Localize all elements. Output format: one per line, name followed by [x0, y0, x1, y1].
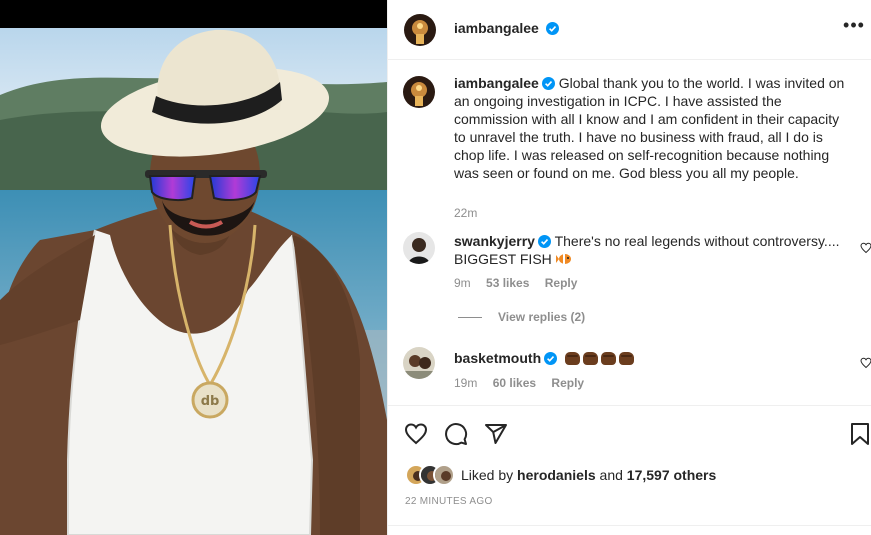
comment-likes[interactable]: 60 likes [493, 376, 536, 390]
liked-by-user[interactable]: herodaniels [517, 467, 596, 483]
comment-username[interactable]: swankyjerry [454, 233, 535, 249]
author-avatar[interactable] [404, 14, 436, 46]
liked-by-prefix: Liked by [461, 467, 514, 483]
caption-time: 22m [454, 206, 478, 220]
author-username[interactable]: iambangalee [454, 20, 539, 36]
divider [388, 525, 871, 526]
caption-avatar[interactable] [403, 76, 435, 108]
liked-by-row: Liked by herodaniels and 17,597 others [405, 464, 865, 486]
svg-text:db: db [201, 394, 220, 409]
liker-avatar[interactable] [433, 464, 455, 486]
liked-by-text: Liked by herodaniels and 17,597 others [461, 467, 716, 483]
fist-bump-emoji-icon [582, 352, 598, 365]
tropical-fish-emoji-icon [555, 254, 571, 264]
heart-icon[interactable] [404, 422, 428, 446]
share-icon[interactable] [484, 422, 508, 446]
comment-username[interactable]: basketmouth [454, 350, 541, 366]
commenter-avatar[interactable] [403, 232, 435, 264]
post-sidebar: iambangalee ••• iambangalee Global thank… [387, 0, 871, 535]
comment-like-heart-icon[interactable] [860, 242, 871, 254]
post-image: db [0, 0, 387, 535]
liked-by-others[interactable]: 17,597 others [627, 467, 717, 483]
bookmark-icon[interactable] [848, 422, 871, 446]
fist-bump-emoji-icon [564, 352, 580, 365]
view-replies-label: View replies (2) [498, 310, 586, 324]
reply-button[interactable]: Reply [545, 276, 578, 290]
post-timestamp[interactable]: 22 MINUTES AGO [405, 496, 493, 507]
post-actions: Liked by herodaniels and 17,597 others 2… [388, 405, 871, 535]
liked-by-and: and [599, 467, 623, 483]
verified-badge-icon [544, 352, 558, 365]
verified-badge-icon [545, 22, 559, 35]
comment-like-heart-icon[interactable] [860, 357, 871, 369]
view-replies-line [458, 317, 482, 319]
comment-time: 9m [454, 276, 471, 290]
instagram-post-view: db iambangalee ••• iambangalee Global th… [0, 0, 871, 535]
comment-time: 19m [454, 376, 478, 390]
view-replies-button[interactable]: View replies (2) [458, 310, 585, 324]
post-header: iambangalee ••• [388, 0, 871, 60]
more-options-button[interactable]: ••• [842, 16, 866, 38]
reply-button[interactable]: Reply [551, 376, 584, 390]
comment-likes[interactable]: 53 likes [486, 276, 529, 290]
comments-section: iambangalee Global thank you to the worl… [388, 60, 871, 405]
fist-bump-emoji-icon [600, 352, 616, 365]
verified-badge-icon [537, 235, 551, 248]
fist-bump-emoji-icon [618, 352, 634, 365]
caption-username[interactable]: iambangalee [454, 75, 539, 91]
comment-icon[interactable] [444, 422, 468, 446]
commenter-avatar[interactable] [403, 347, 435, 379]
verified-badge-icon [541, 77, 555, 90]
post-photo[interactable]: db [0, 0, 387, 535]
